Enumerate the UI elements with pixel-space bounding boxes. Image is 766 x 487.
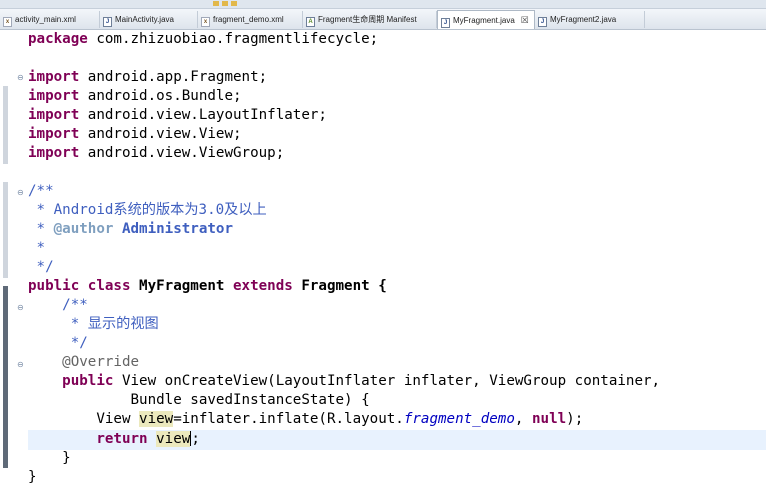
code-line: */: [28, 335, 88, 351]
code-line: }: [28, 469, 37, 485]
code-line: */: [28, 259, 54, 275]
tab-label: MainActivity.java: [115, 15, 174, 24]
tab-label: fragment_demo.xml: [213, 15, 284, 24]
manifest-file-icon: [306, 17, 315, 27]
fold-toggle-icon[interactable]: ⊖: [17, 74, 24, 82]
tab-myfragment-java[interactable]: MyFragment.java ☒: [437, 10, 535, 29]
xml-file-icon: [201, 17, 210, 27]
xml-file-icon: [3, 17, 12, 27]
change-marker: [3, 286, 8, 468]
tab-label: Fragment生命周期 Manifest: [318, 15, 417, 24]
tab-label: MyFragment2.java: [550, 15, 617, 24]
close-tab-icon[interactable]: ☒: [521, 15, 529, 25]
highlighted-occurrence: view: [156, 431, 191, 447]
code-line: import android.app.Fragment;: [28, 69, 268, 85]
highlighted-occurrence: view: [139, 411, 174, 427]
tab-myfragment2-java[interactable]: MyFragment2.java: [535, 11, 645, 28]
tab-fragment-demo-xml[interactable]: fragment_demo.xml: [198, 11, 303, 28]
tab-activity-main-xml[interactable]: activity_main.xml: [0, 11, 100, 28]
fold-toggle-icon[interactable]: ⊖: [17, 361, 24, 369]
java-file-icon: [103, 17, 112, 27]
code-line: View view=inflater.inflate(R.layout.frag…: [28, 411, 584, 427]
code-line: *: [28, 240, 46, 256]
code-line: import android.view.View;: [28, 126, 242, 142]
tab-label: MyFragment.java: [453, 16, 515, 25]
fold-toggle-icon[interactable]: ⊖: [17, 304, 24, 312]
toolbar-icon[interactable]: [222, 1, 228, 6]
code-line: /**: [28, 297, 88, 313]
code-line: public class MyFragment extends Fragment…: [28, 278, 387, 294]
java-file-icon: [538, 17, 547, 27]
code-line-current: return view;: [96, 431, 200, 447]
code-line: import android.view.ViewGroup;: [28, 145, 285, 161]
fold-toggle-icon[interactable]: ⊖: [17, 189, 24, 197]
toolbar-strip: [0, 0, 766, 9]
code-line: import android.view.LayoutInflater;: [28, 107, 327, 123]
code-line: /**: [28, 183, 54, 199]
editor-tab-bar: activity_main.xml MainActivity.java frag…: [0, 9, 766, 30]
code-line: import android.os.Bundle;: [28, 88, 242, 104]
change-marker: [3, 182, 8, 278]
toolbar-icon[interactable]: [213, 1, 219, 6]
code-line: Bundle savedInstanceState) {: [28, 392, 370, 408]
editor-gutter: ⊖ ⊖ ⊖ ⊖: [0, 30, 24, 487]
tab-manifest[interactable]: Fragment生命周期 Manifest: [303, 11, 437, 28]
code-line: @Override: [62, 354, 140, 370]
java-file-icon: [441, 18, 450, 28]
tab-mainactivity-java[interactable]: MainActivity.java: [100, 11, 198, 28]
code-line: public View onCreateView(LayoutInflater …: [62, 373, 661, 389]
code-line: package com.zhizuobiao.fragmentlifecycle…: [28, 31, 379, 47]
code-editor[interactable]: ⊖ ⊖ ⊖ ⊖ package com.zhizuobiao.fragmentl…: [0, 30, 766, 487]
code-line: * Android系统的版本为3.0及以上: [28, 202, 267, 218]
toolbar-icon[interactable]: [231, 1, 237, 6]
code-line: * @author Administrator: [28, 221, 234, 237]
change-marker: [3, 86, 8, 164]
code-line: }: [28, 450, 71, 466]
tab-label: activity_main.xml: [15, 15, 76, 24]
code-line: * 显示的视图: [28, 316, 159, 332]
